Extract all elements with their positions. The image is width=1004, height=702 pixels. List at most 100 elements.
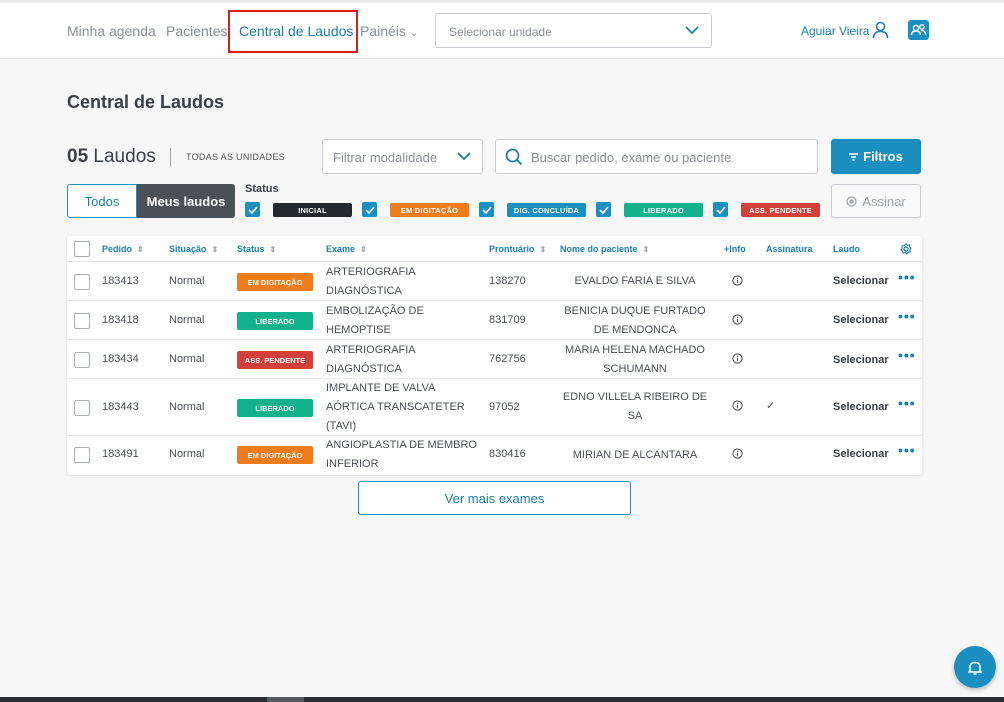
user-icon[interactable] [872, 21, 889, 39]
status-checkbox-dig-concluida[interactable] [479, 202, 494, 217]
modality-filter-select[interactable]: Filtrar modalidade [322, 139, 483, 174]
sort-icon: ⇕ [137, 245, 144, 254]
col-prontuario[interactable]: Prontuário ⇕ [489, 244, 546, 254]
col-paciente[interactable]: Nome do paciente ⇕ [560, 244, 649, 254]
table-header: Pedido ⇕ Situação ⇕ Status ⇕ Exame ⇕ Prontuá… [67, 236, 922, 262]
sort-icon: ⇕ [539, 245, 547, 254]
table-row[interactable]: 183434 Normal ASS. PENDENTE ARTERIOGRAFI… [67, 340, 922, 379]
nav-paineis-label: Painéis [360, 23, 406, 39]
cell-situacao: Normal [169, 353, 205, 365]
cell-situacao: Normal [169, 401, 205, 413]
table-row[interactable]: 183491 Normal EM DIGITAÇÃO ANGIOPLASTIA … [67, 436, 922, 475]
status-checkbox-em-digitacao[interactable] [362, 202, 377, 217]
status-pill-ass-pendente: ASS. PENDENTE [741, 203, 820, 217]
select-laudo-button[interactable]: Selecionar [833, 354, 889, 366]
table-row[interactable]: 183443 Normal LIBERADO IMPLANTE DE VALVA… [67, 379, 922, 436]
info-icon[interactable] [732, 275, 743, 286]
col-info: +Info [724, 244, 746, 254]
cell-situacao: Normal [169, 448, 205, 460]
unit-select[interactable]: Selecionar unidade [435, 13, 712, 48]
laudos-count-number: 05 [67, 146, 89, 167]
users-icon [910, 24, 927, 36]
status-badge: LIBERADO [237, 312, 313, 330]
row-checkbox[interactable] [74, 447, 90, 463]
notifications-button[interactable] [954, 646, 996, 688]
cell-paciente: BENICIA DUQUE FURTADO DE MENDONCA [564, 305, 706, 336]
select-all-checkbox[interactable] [74, 241, 90, 257]
cell-exame: ARTERIOGRAFIA DIAGNÓSTICA [326, 344, 416, 375]
search-box [495, 139, 818, 174]
more-options-icon[interactable]: ••• [898, 443, 916, 457]
units-label: TODAS AS UNIDADES [186, 152, 285, 162]
table-row[interactable]: 183418 Normal LIBERADO EMBOLIZAÇÃO DE HE… [67, 301, 922, 340]
info-icon[interactable] [732, 448, 743, 459]
user-name[interactable]: Aguiar Vieira [801, 24, 869, 38]
toggle-todos[interactable]: Todos [67, 184, 137, 218]
info-icon[interactable] [732, 400, 743, 411]
info-icon[interactable] [732, 353, 743, 364]
cell-situacao: Normal [169, 275, 205, 287]
sort-icon: ⇕ [269, 245, 277, 254]
col-status[interactable]: Status ⇕ [237, 244, 276, 254]
filters-button[interactable]: Filtros [831, 139, 921, 174]
sort-icon: ⇕ [642, 245, 650, 254]
row-checkbox[interactable] [74, 274, 90, 290]
signature-check-icon: ✓ [766, 400, 776, 412]
status-checkbox-ass-pendente[interactable] [713, 202, 728, 217]
sort-icon: ⇕ [360, 245, 367, 254]
scrollbar-thumb[interactable] [267, 697, 304, 702]
status-checkbox-liberado[interactable] [596, 202, 611, 217]
nav-minha-agenda[interactable]: Minha agenda [67, 23, 156, 39]
search-icon [505, 148, 523, 166]
select-laudo-button[interactable]: Selecionar [833, 275, 889, 287]
row-checkbox[interactable] [74, 313, 90, 329]
select-laudo-button[interactable]: Selecionar [833, 401, 889, 413]
gear-icon[interactable] [900, 243, 912, 255]
more-options-icon[interactable]: ••• [898, 396, 916, 410]
status-checkbox-inicial[interactable] [245, 202, 260, 217]
status-pill-dig-concluida: DIG. CONCLUÍDA [507, 203, 586, 217]
info-icon[interactable] [732, 314, 743, 325]
status-pill-liberado: LIBERADO [624, 203, 703, 217]
sign-button[interactable]: Assinar [831, 184, 921, 218]
profile-app-icon[interactable] [908, 20, 929, 40]
status-badge: EM DIGITAÇÃO [237, 273, 313, 291]
filters-button-label: Filtros [863, 149, 903, 164]
sign-button-label: Assinar [862, 193, 906, 209]
select-laudo-button[interactable]: Selecionar [833, 314, 889, 326]
col-assinatura: Assinatura [766, 244, 813, 254]
load-more-button[interactable]: Ver mais exames [358, 481, 631, 515]
nav-paineis[interactable]: Painéis ⌄ [360, 23, 418, 39]
signature-icon [846, 195, 857, 207]
col-situacao[interactable]: Situação ⇕ [169, 244, 218, 254]
search-input[interactable] [531, 147, 806, 167]
table-row[interactable]: 183413 Normal EM DIGITAÇÃO ARTERIOGRAFIA… [67, 262, 922, 301]
check-icon [481, 205, 492, 214]
cell-prontuario: 830416 [489, 448, 526, 460]
col-situacao-label: Situação [169, 244, 207, 254]
cell-exame: ANGIOPLASTIA DE MEMBRO INFERIOR [326, 439, 477, 470]
chevron-down-icon [457, 152, 471, 161]
unit-select-placeholder: Selecionar unidade [449, 25, 552, 39]
status-badge: ASS. PENDENTE [237, 351, 313, 369]
row-checkbox[interactable] [74, 400, 90, 416]
col-pedido-label: Pedido [102, 244, 133, 254]
more-options-icon[interactable]: ••• [898, 309, 916, 323]
select-laudo-button[interactable]: Selecionar [833, 448, 889, 460]
nav-central-de-laudos[interactable]: Central de Laudos [239, 23, 353, 39]
toggle-meus-laudos[interactable]: Meus laudos [137, 184, 235, 218]
row-checkbox[interactable] [74, 352, 90, 368]
check-icon [715, 205, 726, 214]
cell-exame: EMBOLIZAÇÃO DE HEMOPTISE [326, 305, 424, 336]
col-pedido[interactable]: Pedido ⇕ [102, 244, 144, 254]
col-exame[interactable]: Exame ⇕ [326, 244, 367, 254]
more-options-icon[interactable]: ••• [898, 270, 916, 284]
more-options-icon[interactable]: ••• [898, 348, 916, 362]
nav-pacientes[interactable]: Pacientes [166, 23, 227, 39]
cell-prontuario: 97052 [489, 401, 520, 413]
cell-prontuario: 831709 [489, 314, 526, 326]
status-filter-title: Status [245, 183, 279, 195]
cell-pedido: 183413 [102, 275, 139, 287]
col-paciente-label: Nome do paciente [560, 244, 638, 254]
cell-pedido: 183418 [102, 314, 139, 326]
